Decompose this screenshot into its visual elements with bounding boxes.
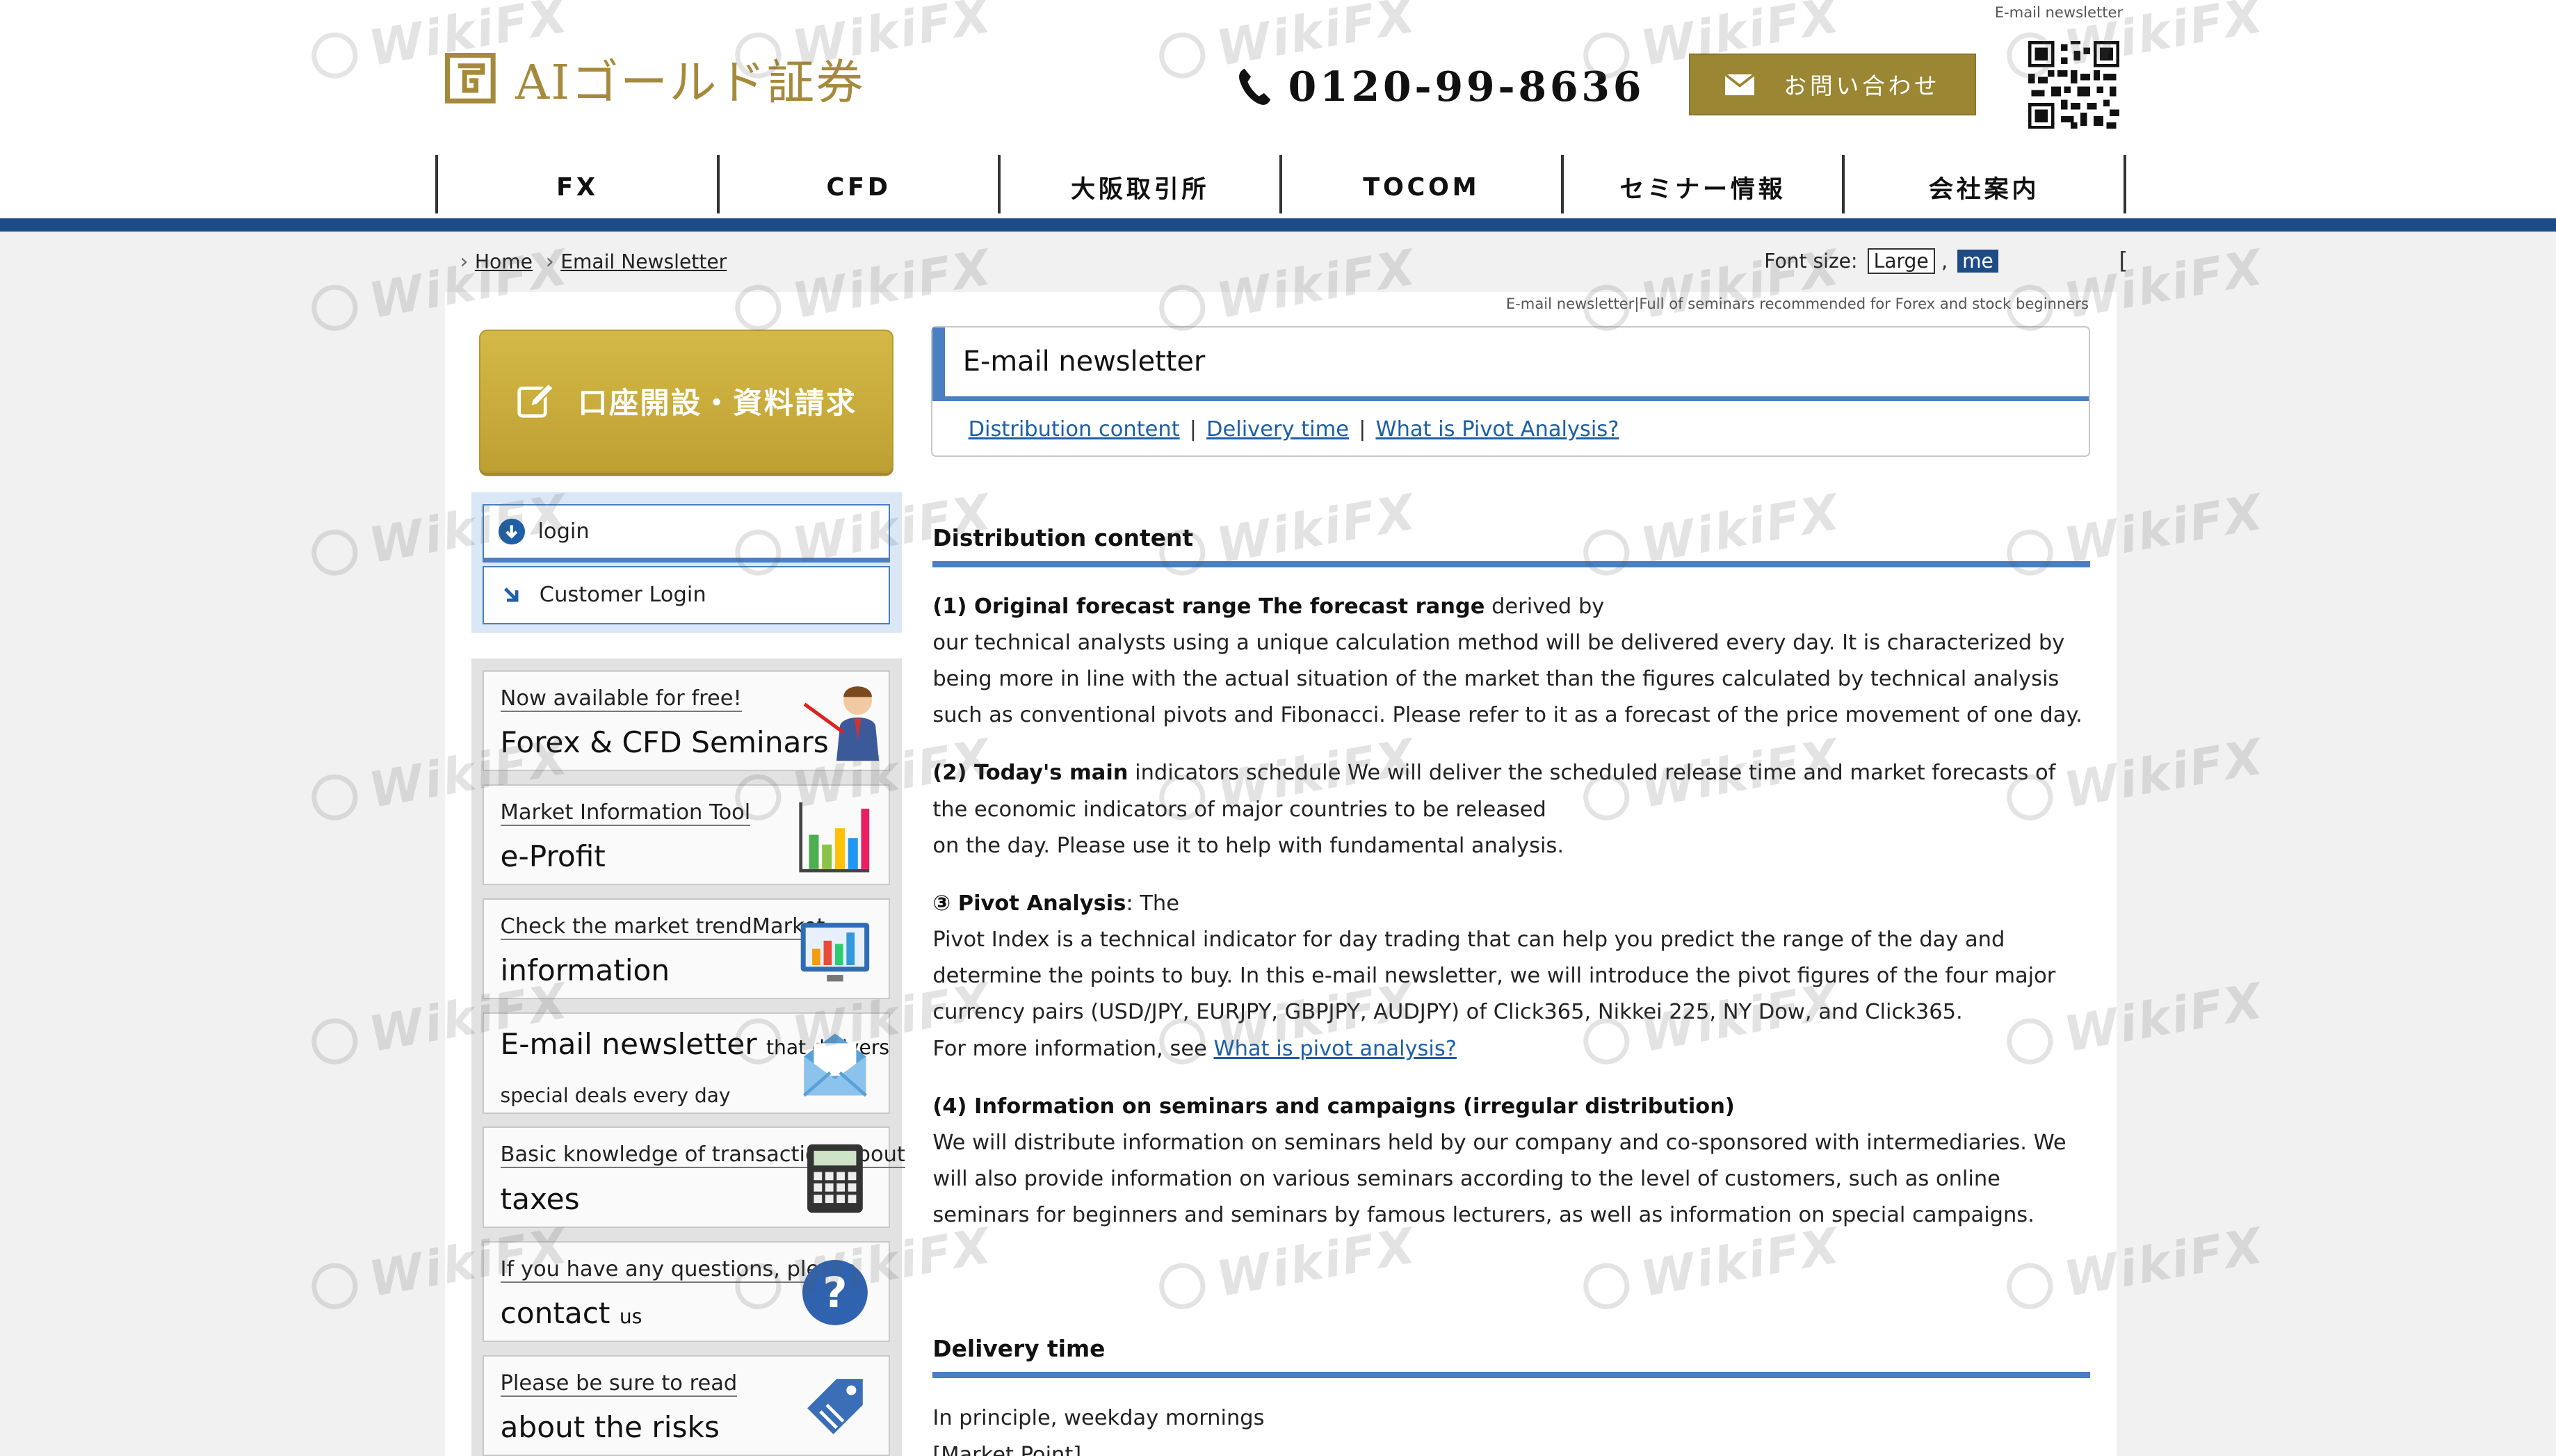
page-title: E-mail newsletter [932,327,2089,401]
site-logo[interactable]: AIゴールド証券 [445,49,865,111]
sidebar-item-title: Forex & CFD Seminars [500,725,829,760]
nav-item-fx[interactable]: FX [435,154,717,214]
watermark-logo-icon [307,281,361,334]
sidebar-item-small-text: Market Information Tool [500,800,751,827]
open-account-button[interactable]: 口座開設・資料請求 [479,329,894,474]
breadcrumb: › Home › Email Newsletter [460,250,740,274]
nav-item-seminars[interactable]: セミナー情報 [1560,154,1843,214]
calculator-icon [807,1144,863,1213]
sidebar-item-newsletter[interactable]: E-mail newsletter that delivers special … [483,1012,891,1114]
delivery-line-1: In principle, weekday mornings [932,1406,1265,1431]
sidebar-item-taxes[interactable]: Basic knowledge of transactionsAbout tax… [483,1126,905,1228]
envelope-icon [802,1033,868,1097]
main-nav: FX CFD 大阪取引所 TOCOM セミナー情報 会社案内 [435,154,2126,214]
phone-number-block[interactable]: 0120-99-8636 [1236,58,1645,114]
qr-label: E-mail newsletter [1994,3,2124,21]
svg-text:?: ? [823,1268,847,1318]
paragraph-3: ③ Pivot Analysis: The Pivot Index is a t… [932,891,2056,1061]
sidebar-item-risks[interactable]: Please be sure to read about the risks [483,1354,891,1456]
customer-login-label: Customer Login [539,583,706,608]
nav-divider-bar [0,218,2556,232]
presenter-icon [803,686,879,761]
anchor-link-pivot[interactable]: What is Pivot Analysis? [1375,417,1619,442]
chevron-right-icon: › [460,249,469,274]
font-size-large-option[interactable]: Large [1867,248,1935,274]
sidebar-item-subtitle: special deals every day [500,1084,731,1108]
nav-item-cfd[interactable]: CFD [716,154,998,214]
breadcrumb-home-link[interactable]: Home [475,250,533,273]
paragraph-2: (2) Today's main indicators schedule We … [932,761,2056,858]
breadcrumb-current-link[interactable]: Email Newsletter [560,250,727,273]
section-heading-distribution: Distribution content [932,525,2091,568]
nav-item-company[interactable]: 会社案内 [1842,154,2126,214]
sidebar-item-small-text: Now available for free! [500,686,742,712]
login-header[interactable]: login [483,503,891,563]
arrow-down-right-icon [503,587,519,602]
circle-arrow-down-icon [499,518,525,545]
link-separator: | [1359,416,1366,442]
pen-icon [517,382,555,418]
sidebar-item-eprofit[interactable]: Market Information Tool e-Profit [483,784,891,886]
watermark-logo-icon [307,1015,361,1069]
pivot-analysis-link[interactable]: What is pivot analysis? [1214,1037,1457,1061]
qr-code-icon[interactable] [2028,40,2120,129]
phone-number: 0120-99-8636 [1288,62,1645,111]
paragraph-4: (4) Information on seminars and campaign… [932,1094,2066,1228]
sidebar-item-small-text: Check the market trendMarket [500,914,825,941]
watermark-logo-icon [307,1259,361,1313]
bar-chart-icon [799,802,870,873]
paragraph-1: (1) Original forecast range The forecast… [932,594,2082,728]
contact-button[interactable]: お問い合わせ [1689,54,1977,116]
login-box: login Customer Login [471,492,902,633]
phone-icon [1238,68,1270,105]
sidebar-item-title: information [500,953,670,988]
distribution-content-body: (1) Original forecast range The forecast… [932,589,2094,1256]
delivery-time-body: In principle, weekday mornings [Market P… [932,1400,2094,1456]
login-label: login [537,519,590,544]
sidebar-item-title: e-Profit [500,839,606,874]
monitor-chart-icon [800,922,870,982]
sidebar-item-title: taxes [500,1181,580,1216]
sidebar-item-contact[interactable]: If you have any questions, please contac… [483,1240,891,1342]
anchor-link-distribution[interactable]: Distribution content [969,417,1180,442]
question-icon: ? [802,1260,868,1326]
watermark-logo-icon [1156,29,1209,82]
tag-icon [807,1379,863,1435]
sidebar-item-title: contact us [500,1295,642,1330]
sidebar-item-title: about the risks [500,1410,720,1445]
sidebar-item-seminars[interactable]: Now available for free! Forex & CFD Semi… [483,670,891,772]
font-size-label: Font size: [1764,249,1858,273]
sidebar-item-market-info[interactable]: Check the market trendMarket information [483,898,891,1000]
anchor-links: Distribution content | Delivery time | W… [969,417,1619,442]
font-size-medium-option[interactable]: me [1957,249,1998,273]
sidebar-item-title-suffix: us [619,1304,642,1328]
font-size-separator: , [1941,249,1948,273]
nav-item-tocom[interactable]: TOCOM [1279,154,1561,214]
watermark-logo-icon [307,29,361,82]
contact-button-label: お問い合わせ [1783,73,1941,100]
mail-icon [1725,74,1755,96]
chevron-right-icon: › [545,249,554,274]
section-heading-delivery-time: Delivery time [932,1336,2091,1378]
font-size-switcher: Font size: Large , me [ [1764,248,2128,274]
customer-login-link[interactable]: Customer Login [483,565,891,625]
open-account-label: 口座開設・資料請求 [578,386,857,421]
sidebar-banner-list: Now available for free! Forex & CFD Semi… [471,658,905,1456]
page-title-box: E-mail newsletter Distribution content |… [930,326,2091,457]
font-size-bracket: [ [2119,248,2128,275]
sidebar-item-small-text: Please be sure to read [500,1370,738,1397]
watermark-logo-icon [307,526,361,579]
link-separator: | [1189,416,1197,442]
watermark-logo-icon [307,770,361,824]
page-tagline: E-mail newsletter|Full of seminars recom… [1505,295,2089,313]
logo-text: AIゴールド証券 [515,56,865,111]
nav-item-osaka-exchange[interactable]: 大阪取引所 [998,154,1279,214]
logo-mark-icon [445,53,496,104]
anchor-link-delivery-time[interactable]: Delivery time [1206,417,1349,442]
delivery-line-2: [Market Point] [932,1442,1082,1456]
